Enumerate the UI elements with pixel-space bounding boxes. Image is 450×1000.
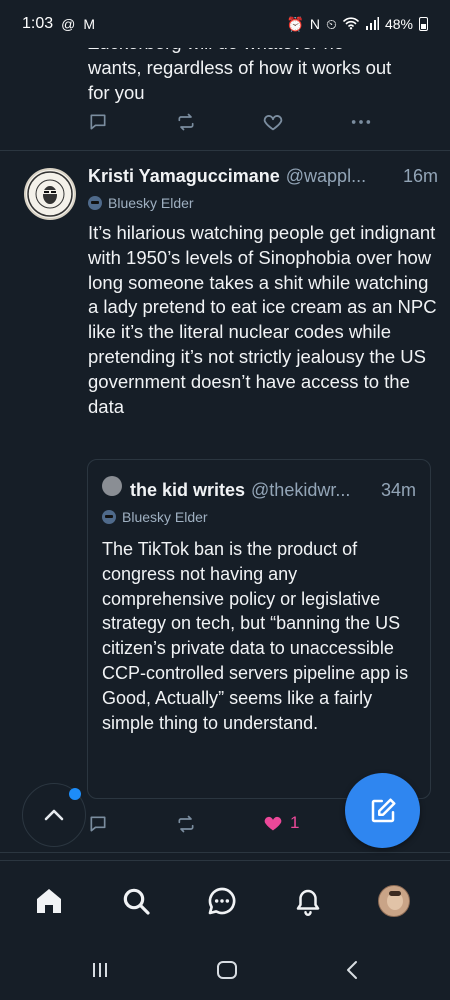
post-text: It’s hilarious watching people get indig… bbox=[88, 222, 437, 417]
reply-button[interactable] bbox=[88, 112, 108, 132]
tab-search[interactable] bbox=[114, 879, 158, 923]
threads-icon: @ bbox=[61, 16, 76, 32]
quote-display-name: the kid writes bbox=[130, 480, 246, 500]
badge-label: Bluesky Elder bbox=[108, 195, 194, 211]
alarm-lock-icon: ⏰ bbox=[286, 16, 304, 32]
wifi-icon bbox=[343, 16, 359, 32]
recent-apps-button[interactable] bbox=[90, 960, 110, 985]
post[interactable]: Kristi Yamaguccimane @wappl... 16m Blues… bbox=[88, 166, 438, 419]
quote-timestamp: 34m bbox=[380, 480, 416, 500]
divider bbox=[0, 852, 450, 853]
quote-badge-label: Bluesky Elder bbox=[122, 509, 208, 525]
nfc-icon: N bbox=[309, 16, 321, 32]
chevron-up-icon bbox=[44, 809, 64, 821]
author-avatar[interactable] bbox=[24, 168, 76, 220]
avatar-seal-icon bbox=[27, 171, 73, 217]
notifications-icon bbox=[296, 889, 320, 916]
reply-icon bbox=[90, 816, 106, 832]
back-button[interactable] bbox=[344, 960, 360, 985]
back-icon bbox=[347, 961, 357, 979]
reply-button[interactable] bbox=[88, 814, 108, 834]
handle[interactable]: @wappl... bbox=[286, 166, 366, 187]
timestamp: 16m bbox=[402, 166, 438, 186]
gmail-icon: M bbox=[83, 16, 96, 32]
tab-chat[interactable] bbox=[200, 879, 244, 923]
heart-icon bbox=[263, 115, 283, 131]
post-header: Kristi Yamaguccimane @wappl... 16m bbox=[88, 166, 438, 187]
tab-bar bbox=[0, 860, 450, 940]
alarm-icon: ⏲ bbox=[326, 16, 337, 32]
display-name[interactable]: Kristi Yamaguccimane bbox=[88, 166, 280, 187]
battery-icon bbox=[419, 17, 428, 31]
ellipsis-icon bbox=[351, 120, 371, 124]
like-count: 1 bbox=[290, 813, 300, 832]
quote-header: the kid writes @thekidwr... 34m bbox=[102, 476, 416, 501]
like-button[interactable] bbox=[262, 111, 284, 133]
profile-avatar bbox=[378, 885, 410, 917]
heart-filled-icon bbox=[264, 816, 282, 831]
more-button[interactable] bbox=[350, 112, 372, 132]
quote-text: The TikTok ban is the product of congres… bbox=[102, 539, 409, 733]
badge-icon bbox=[88, 196, 102, 210]
scroll-to-top-button[interactable] bbox=[22, 783, 86, 847]
home-button[interactable] bbox=[216, 960, 238, 985]
tab-notifications[interactable] bbox=[286, 879, 330, 923]
status-bar: 1:03 @ M ⏰ N ⏲ 48% bbox=[0, 0, 450, 48]
compose-button[interactable] bbox=[345, 773, 420, 848]
repost-icon bbox=[178, 113, 194, 131]
compose-icon bbox=[371, 798, 395, 822]
badge-icon bbox=[102, 510, 116, 524]
feed: Zuckerberg will do whatever he wants, re… bbox=[0, 0, 450, 860]
clock: 1:03 bbox=[22, 15, 54, 32]
reply-icon bbox=[90, 114, 106, 130]
recents-icon bbox=[93, 963, 107, 977]
quote-author-avatar bbox=[102, 476, 122, 496]
repost-icon bbox=[178, 815, 194, 833]
divider bbox=[0, 150, 450, 151]
badge-row: Bluesky Elder bbox=[88, 195, 438, 211]
home-nav-icon bbox=[217, 961, 237, 979]
chat-icon bbox=[208, 887, 236, 915]
battery-percent: 48% bbox=[384, 16, 413, 32]
repost-button[interactable] bbox=[175, 112, 197, 132]
repost-button[interactable] bbox=[175, 814, 197, 834]
new-posts-dot bbox=[69, 788, 81, 800]
system-nav-bar bbox=[0, 940, 450, 1000]
tab-profile[interactable] bbox=[372, 879, 416, 923]
quote-handle: @thekidwr... bbox=[251, 480, 351, 500]
signal-icon bbox=[365, 16, 379, 32]
quote-badge-row: Bluesky Elder bbox=[102, 509, 416, 525]
tab-home[interactable] bbox=[27, 879, 71, 923]
like-button[interactable]: 1 bbox=[262, 812, 299, 834]
search-icon bbox=[123, 888, 150, 915]
home-icon bbox=[37, 889, 61, 913]
quoted-post[interactable]: the kid writes @thekidwr... 34m Bluesky … bbox=[87, 459, 431, 799]
